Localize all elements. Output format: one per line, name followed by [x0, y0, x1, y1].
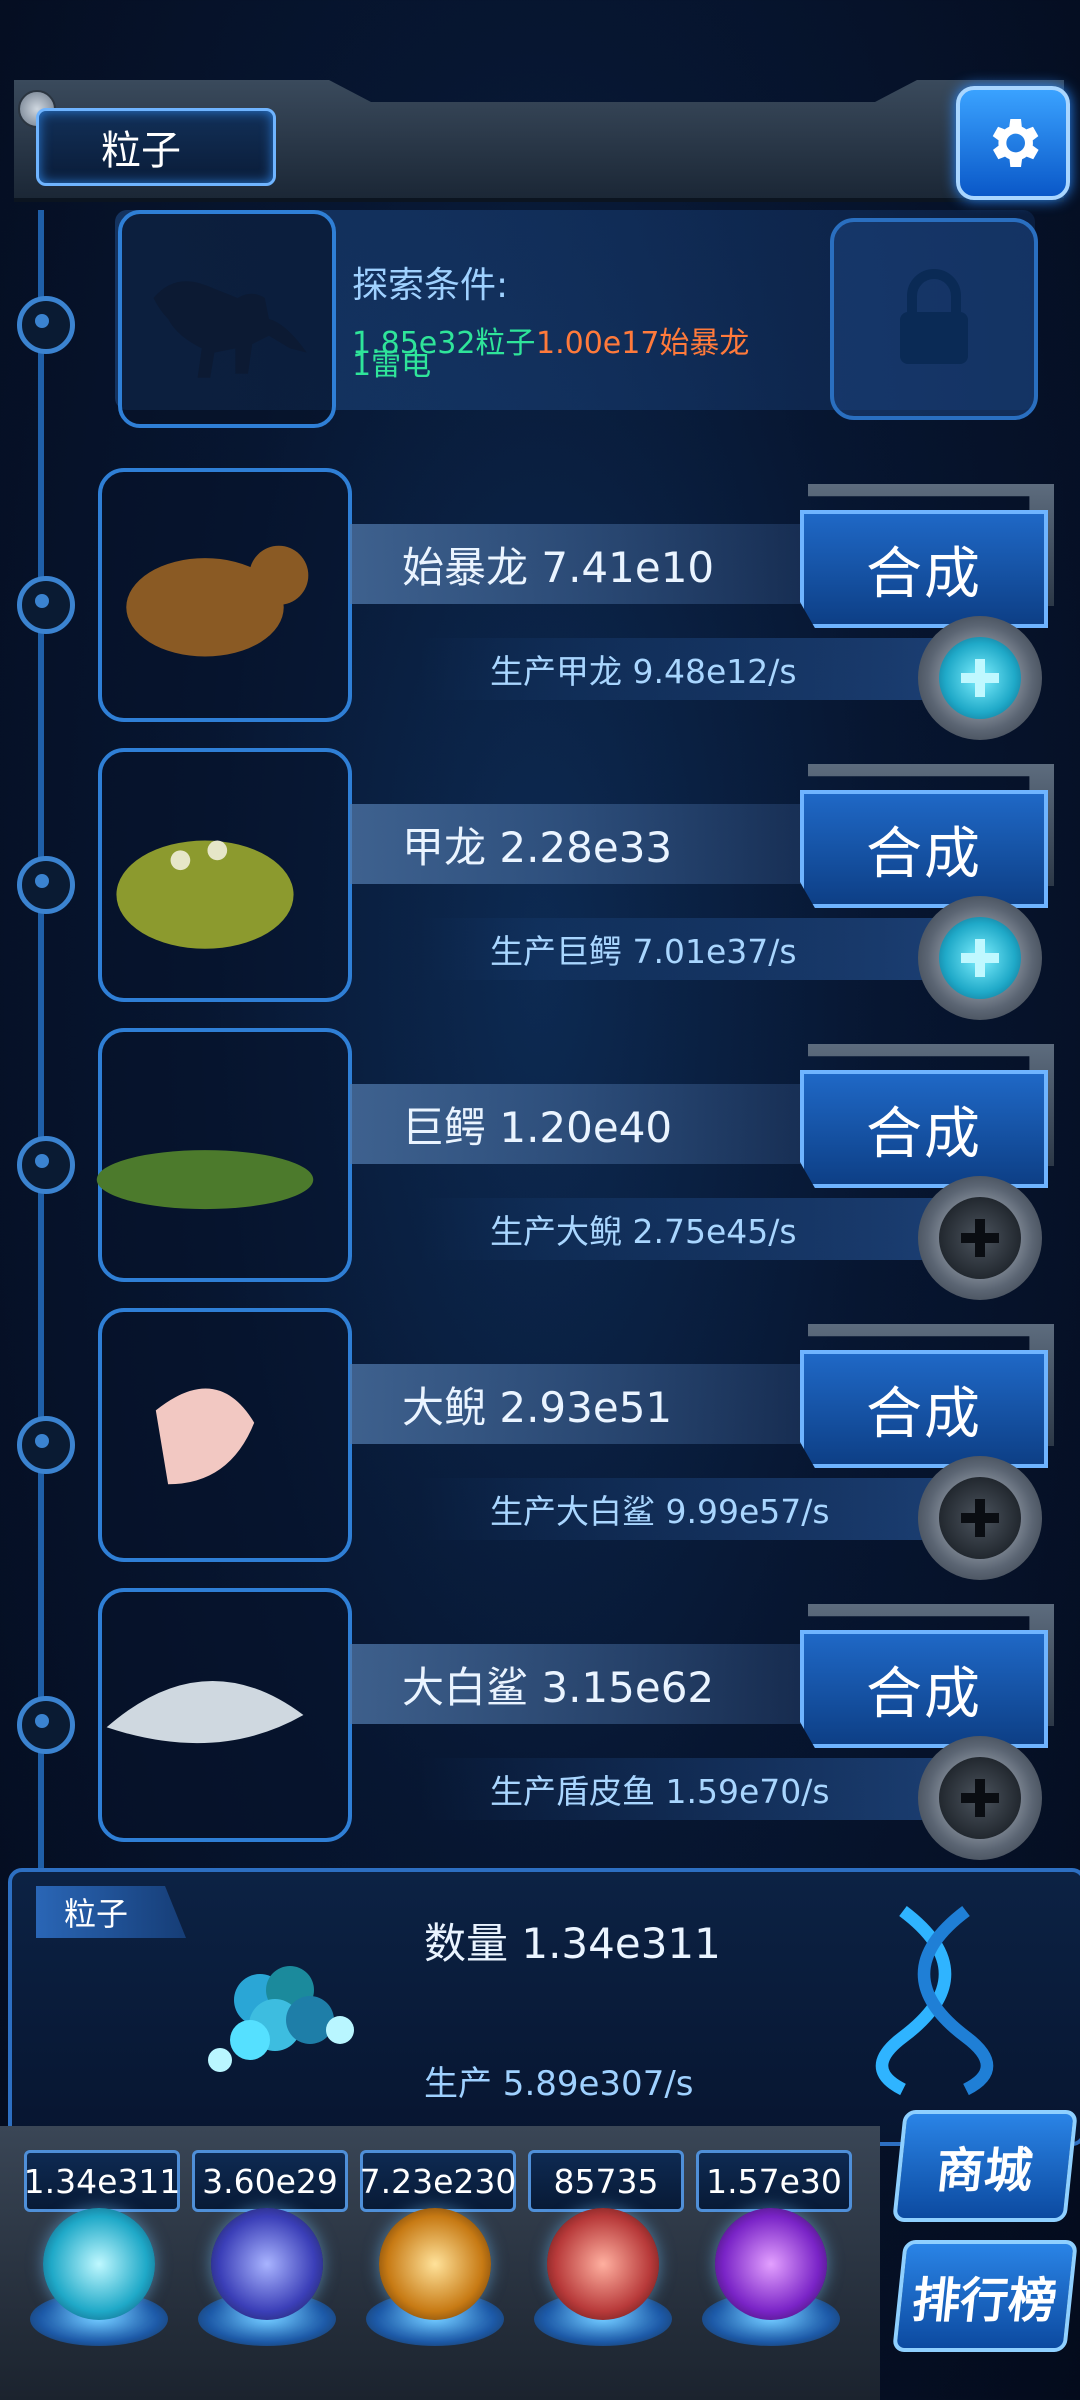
creature-name: 大鲵 2.93e51 [350, 1364, 850, 1444]
explore-conditions-label: 探索条件: [352, 265, 509, 306]
plus-icon [939, 917, 1021, 999]
plus-icon [939, 637, 1021, 719]
creature-image [106, 1680, 304, 1744]
rail-node [17, 856, 75, 914]
particle-orb[interactable] [43, 2208, 155, 2320]
resource-value: 7.23e230 [360, 2150, 516, 2212]
particle-production: 生产 5.89e307/s [424, 2064, 694, 2104]
creature-name: 巨鳄 1.20e40 [350, 1084, 850, 1164]
synthesize-button[interactable]: 合成 [800, 790, 1048, 908]
rail-node [17, 1416, 75, 1474]
resource-value: 1.57e30 [696, 2150, 852, 2212]
particle-tag: 粒子 [36, 1886, 186, 1938]
resource-title: 粒子 [36, 108, 276, 186]
fire-orb[interactable] [379, 2208, 491, 2320]
creature-name: 始暴龙 7.41e10 [350, 524, 850, 604]
creature-portrait[interactable] [96, 1028, 352, 1282]
creature-production: 生产大白鲨 9.99e57/s [420, 1478, 940, 1540]
synthesize-button[interactable]: 合成 [800, 1630, 1048, 1748]
creature-name: 甲龙 2.28e33 [350, 804, 850, 884]
creature-name: 大白鲨 3.15e62 [350, 1644, 850, 1724]
vortex-orb[interactable] [715, 2208, 827, 2320]
locked-creature-portrait [118, 210, 336, 428]
creature-production: 生产甲龙 9.48e12/s [420, 638, 940, 700]
synthesize-button[interactable]: 合成 [800, 1070, 1048, 1188]
add-button[interactable] [918, 1736, 1042, 1860]
settings-button[interactable] [956, 86, 1070, 200]
creature-production: 生产大鲵 2.75e45/s [420, 1198, 940, 1260]
plus-icon [939, 1757, 1021, 1839]
ranking-button[interactable]: 排行榜 [892, 2240, 1078, 2352]
lock-icon [900, 269, 968, 364]
rail-node [17, 1136, 75, 1194]
synthesize-button[interactable]: 合成 [800, 1350, 1048, 1468]
side-rail [38, 210, 44, 1870]
creature-image [96, 1150, 314, 1210]
lightning-orb[interactable] [211, 2208, 323, 2320]
add-button[interactable] [918, 1176, 1042, 1300]
creature-production: 生产盾皮鱼 1.59e70/s [420, 1758, 940, 1820]
synthesize-button[interactable]: 合成 [800, 510, 1048, 628]
lightning-cost: 1雷电 [352, 348, 432, 383]
creature-image [155, 1388, 255, 1485]
dinosaur-silhouette-icon [153, 281, 307, 378]
creature-portrait[interactable] [98, 1308, 352, 1562]
gear-icon [992, 119, 1039, 167]
resource-value: 1.34e311 [24, 2150, 180, 2212]
resource-value: 3.60e29 [192, 2150, 348, 2212]
rail-node [17, 576, 75, 634]
dna-icon [875, 1905, 994, 2096]
creature-portrait[interactable] [98, 748, 352, 1002]
dinosaur-cost: 1.00e17始暴龙 [536, 326, 750, 361]
creature-portrait[interactable] [98, 468, 352, 722]
add-button[interactable] [918, 1456, 1042, 1580]
shop-button[interactable]: 商城 [892, 2110, 1078, 2222]
resource-value: 85735 [528, 2150, 684, 2212]
plus-icon [939, 1197, 1021, 1279]
creature-image [116, 840, 294, 949]
creature-production: 生产巨鳄 7.01e37/s [420, 918, 940, 980]
creature-portrait[interactable] [98, 1588, 352, 1842]
locked-button[interactable] [830, 218, 1038, 420]
plus-icon [939, 1477, 1021, 1559]
rail-node [17, 1696, 75, 1754]
add-button[interactable] [918, 616, 1042, 740]
particle-cluster-icon [208, 1966, 354, 2072]
rail-lock-node [17, 296, 75, 354]
creature-image [126, 545, 309, 657]
brain-orb[interactable] [547, 2208, 659, 2320]
add-button[interactable] [918, 896, 1042, 1020]
particle-count: 数量 1.34e311 [424, 1919, 721, 1968]
